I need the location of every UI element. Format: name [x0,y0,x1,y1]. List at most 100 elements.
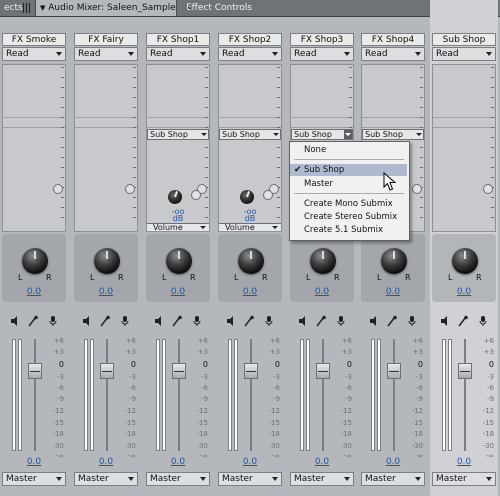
strip-buttons [10,315,60,327]
mute-icon[interactable] [154,315,164,327]
pan-value[interactable]: 0.0 [218,287,282,297]
pan-value[interactable]: 0.0 [2,287,66,297]
send-assignment-select[interactable]: Sub Shop [362,129,424,140]
automation-mode-select[interactable]: Read [432,47,496,61]
send-mute-icon[interactable] [263,190,273,200]
record-icon[interactable] [336,315,346,327]
automation-mode-select[interactable]: Read [290,47,354,61]
effects-slot-divider [3,117,65,118]
track-name-button[interactable]: FX Shop3 [290,33,354,46]
slot-ticks [420,67,423,227]
scale-label: -18 [411,430,423,438]
scale-label: -18 [196,430,208,438]
pan-value[interactable]: 0.0 [290,287,354,297]
automation-mode-select[interactable]: Read [218,47,282,61]
record-icon[interactable] [478,315,488,327]
scale-label: -3 [416,373,423,381]
automation-mode-label: Read [222,49,245,59]
effects-slot-divider [75,127,137,128]
fader-area: +6 +3 0 -3 -6 -9 -12 -15 -18 -30 -∞ [74,335,138,460]
output-select[interactable]: Master [218,472,282,486]
pan-knob[interactable] [22,248,48,274]
fader-scale: +6 +3 0 -3 -6 -9 -12 -15 -18 -30 -∞ [399,335,425,460]
scale-label: +3 [53,348,64,356]
output-select[interactable]: Master [361,472,425,486]
track-name-button[interactable]: FX Shop1 [146,33,210,46]
menu-item-create-mono-submix[interactable]: Create Mono Submix [290,198,407,210]
pan-knob[interactable] [381,248,407,274]
mute-icon[interactable] [440,315,450,327]
send-assignment-select[interactable]: Sub Shop [219,129,281,140]
pan-value[interactable]: 0.0 [74,287,138,297]
fader-value[interactable]: 0.0 [216,457,284,467]
solo-icon[interactable] [28,315,38,327]
scale-label: -9 [273,395,280,403]
output-select[interactable]: Master [74,472,138,486]
solo-icon[interactable] [387,315,397,327]
fader-value[interactable]: 0.0 [430,457,498,467]
record-icon[interactable] [192,315,202,327]
mute-icon[interactable] [82,315,92,327]
send-assignment-select[interactable]: Sub Shop [291,129,353,140]
record-icon[interactable] [120,315,130,327]
send-level-value: -oo dB [240,208,260,223]
record-icon[interactable] [48,315,58,327]
pan-value[interactable]: 0.0 [146,287,210,297]
output-select[interactable]: Master [2,472,66,486]
solo-icon[interactable] [172,315,182,327]
send-toggle-button[interactable] [125,184,135,194]
pan-knob[interactable] [238,248,264,274]
send-mute-icon[interactable] [191,190,201,200]
pan-knob[interactable] [452,248,478,274]
pan-value[interactable]: 0.0 [361,287,425,297]
output-select[interactable]: Master [432,472,496,486]
pan-knob[interactable] [94,248,120,274]
track-name-button[interactable]: FX Shop4 [361,33,425,46]
scale-label: +6 [341,337,352,345]
automation-mode-select[interactable]: Read [74,47,138,61]
solo-icon[interactable] [244,315,254,327]
solo-icon[interactable] [100,315,110,327]
menu-item-create-51-submix[interactable]: Create 5.1 Submix [290,224,407,236]
send-assignment-select[interactable]: Sub Shop [147,129,209,140]
send-toggle-button[interactable] [53,184,63,194]
scale-label: -15 [411,419,423,427]
menu-item-create-stereo-submix[interactable]: Create Stereo Submix [290,211,407,223]
track-name-button[interactable]: FX Smoke [2,33,66,46]
automation-mode-select[interactable]: Read [2,47,66,61]
send-toggle-button[interactable] [483,184,493,194]
mute-icon[interactable] [369,315,379,327]
mute-icon[interactable] [298,315,308,327]
fader-value[interactable]: 0.0 [72,457,140,467]
send-parameter-select[interactable]: Volume [219,223,281,232]
send-level-knob[interactable] [168,190,182,204]
send-toggle-button[interactable] [412,184,422,194]
fader-value[interactable]: 0.0 [0,457,68,467]
output-select[interactable]: Master [146,472,210,486]
fader-scale: +6 +3 0 -3 -6 -9 -12 -15 -18 -30 -∞ [470,335,496,460]
menu-item-none[interactable]: None [290,144,407,156]
record-icon[interactable] [264,315,274,327]
scale-label: 0 [202,360,208,369]
track-name-button[interactable]: FX Fairy [74,33,138,46]
fader-value[interactable]: 0.0 [359,457,427,467]
scale-label: +3 [483,348,494,356]
pan-knob[interactable] [166,248,192,274]
record-icon[interactable] [407,315,417,327]
track-name-button[interactable]: FX Shop2 [218,33,282,46]
pan-knob[interactable] [310,248,336,274]
mute-icon[interactable] [226,315,236,327]
mute-icon[interactable] [10,315,20,327]
output-select[interactable]: Master [290,472,354,486]
solo-icon[interactable] [458,315,468,327]
send-level-knob[interactable] [240,190,254,204]
fader-value[interactable]: 0.0 [288,457,356,467]
fader-value[interactable]: 0.0 [144,457,212,467]
send-parameter-select[interactable]: Volume [147,223,209,232]
scale-label: -12 [482,407,494,415]
solo-icon[interactable] [316,315,326,327]
track-name-button[interactable]: Sub Shop [432,33,496,46]
pan-value[interactable]: 0.0 [432,287,496,297]
automation-mode-select[interactable]: Read [146,47,210,61]
automation-mode-select[interactable]: Read [361,47,425,61]
